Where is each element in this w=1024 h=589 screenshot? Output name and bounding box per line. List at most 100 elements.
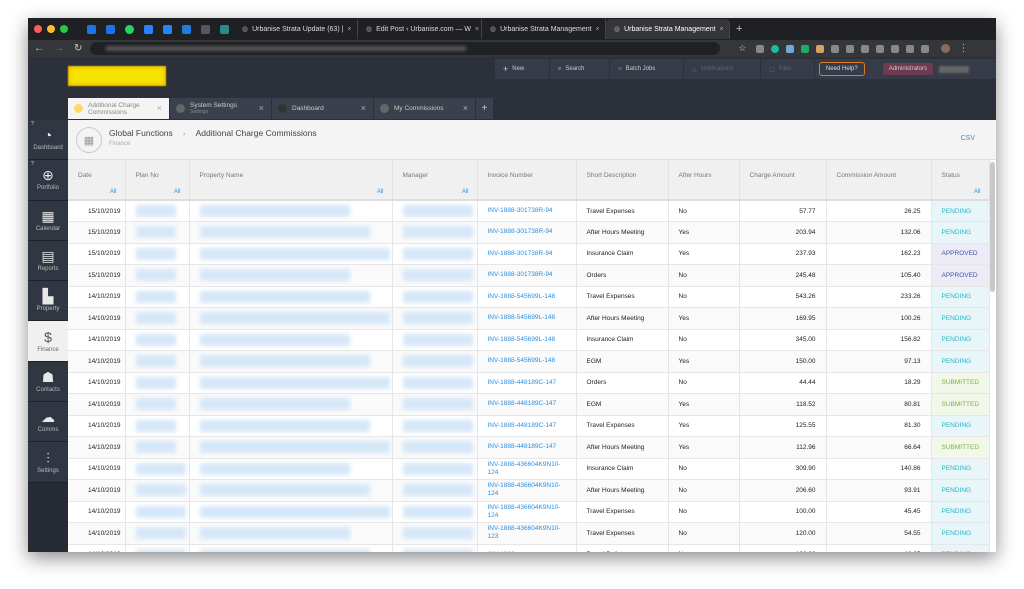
app-tab[interactable]: Additional Charge Commissions × (68, 98, 169, 119)
table-row[interactable]: 14/10/2019 INV-1888-448189C-147 EGM Yes 118.… (68, 393, 990, 416)
sidebar-item-calendar[interactable]: ▦ Calendar (28, 200, 68, 241)
invoice-link[interactable]: INV-1888-436604K9N10-124 (477, 479, 577, 502)
sidebar-item-contacts[interactable]: ☗ Contacts (28, 361, 68, 403)
pinned-tab-icon[interactable] (201, 24, 210, 34)
column-filter-all[interactable]: All (462, 189, 469, 195)
search-button[interactable]: ⌕ Search (550, 59, 610, 79)
invoice-link[interactable]: INV-1888-448189C-147 (477, 436, 577, 459)
browser-tab[interactable]: ◍ Urbanise Strata Management × (482, 19, 606, 39)
role-badge[interactable]: Administrators (882, 63, 934, 75)
column-filter-all[interactable]: All (377, 189, 384, 195)
sidebar-item-portfolio[interactable]: ? ⊕ Portfolio (28, 160, 68, 201)
invoice-link[interactable]: INV-1888-545699L-148 (477, 329, 577, 351)
column-header-property-name[interactable]: Property Name All (189, 160, 393, 201)
pinned-tab-icon[interactable] (163, 24, 172, 34)
invoice-link[interactable]: INV-1888-436604K9N10-124 (477, 501, 577, 523)
invoice-link[interactable]: INV-1888-545699L-148 (477, 350, 577, 373)
close-tab-icon[interactable]: × (720, 26, 724, 33)
close-tab-icon[interactable]: × (259, 103, 264, 113)
table-row[interactable]: 15/10/2019 INV-1888-301738R-94 Insurance C… (68, 243, 990, 265)
invoice-link[interactable]: INV-1888-301738R-94 (477, 200, 577, 222)
column-header-charge-amount[interactable]: Charge Amount (739, 160, 827, 201)
help-icon[interactable]: ? (31, 121, 34, 127)
table-row[interactable]: 14/10/2019 INV-1888-448189C-147 After Hour… (68, 436, 990, 459)
url-input[interactable] (90, 42, 721, 55)
invoice-link[interactable]: INV-1888-301738R-94 (477, 264, 577, 287)
browser-tab[interactable]: ◍ Urbanise Strata Management × (606, 19, 730, 39)
column-filter-all[interactable]: All (974, 189, 981, 195)
invoice-link[interactable]: INV-1888-545699L-148 (477, 307, 577, 330)
close-tab-icon[interactable]: × (157, 103, 162, 113)
table-row[interactable]: 14/10/2019 INV-1888-Postal BallotNo103.30… (68, 544, 990, 552)
table-row[interactable]: 14/10/2019 INV-1888-545699L-148 Insurance … (68, 329, 990, 351)
sidebar-item-finance[interactable]: $ Finance (28, 321, 68, 362)
sidebar-item-settings[interactable]: ⫶ Settings (28, 442, 68, 483)
invoice-link[interactable]: INV-1888-448189C-147 (477, 393, 577, 416)
help-icon[interactable]: ? (31, 161, 34, 167)
table-row[interactable]: 15/10/2019 INV-1888-301738R-94 Orders No 245… (68, 264, 990, 287)
pinned-tab-icon[interactable] (106, 24, 115, 34)
table-row[interactable]: 14/10/2019 INV-1888-545699L-148 After Hour… (68, 307, 990, 330)
new-tab-button[interactable]: + (736, 23, 742, 35)
sidebar-item-reports[interactable]: ▤ Reports (28, 240, 68, 282)
close-tab-icon[interactable]: × (463, 103, 468, 113)
browser-tab[interactable]: ◍ Edit Post ‹ Urbanise.com — W × (358, 19, 482, 39)
pinned-tab-icon[interactable] (144, 24, 153, 34)
invoice-link[interactable]: INV-1888-436604K9N10-123 (477, 522, 577, 545)
column-filter-all[interactable]: All (110, 189, 117, 195)
close-tab-icon[interactable]: × (475, 26, 479, 33)
window-controls[interactable] (34, 25, 68, 33)
column-header-commission-amount[interactable]: Commission Amount (826, 160, 932, 201)
company-logo[interactable] (68, 66, 166, 86)
table-row[interactable]: 14/10/2019 INV-1888-448189C-147 Travel Exp… (68, 415, 990, 437)
app-tab[interactable]: System Settings Settings × (170, 98, 271, 119)
batch-jobs-button[interactable]: ○ Batch Jobs (610, 59, 684, 79)
invoice-link[interactable]: INV-1888-301738R-94 (477, 221, 577, 244)
pinned-tab-icon[interactable] (220, 24, 229, 34)
bookmark-star-icon[interactable]: ☆ (738, 43, 746, 54)
invoice-link[interactable]: INV-1888-448189C-147 (477, 372, 577, 394)
app-tab[interactable]: My Commissions × (374, 98, 475, 119)
notifications-button[interactable]: △ Notifications (684, 59, 761, 79)
user-name[interactable] (939, 65, 970, 73)
close-tab-icon[interactable]: × (347, 26, 351, 33)
column-header-invoice-number[interactable]: Invoice Number (477, 160, 577, 201)
column-header-after-hours[interactable]: After Hours (668, 160, 740, 201)
table-row[interactable]: 14/10/2019 INV-1888-545699L-148 EGM Yes 150.… (68, 350, 990, 373)
column-header-manager[interactable]: Manager All (392, 160, 478, 201)
forward-icon[interactable]: → (54, 43, 64, 54)
browser-tab[interactable]: ◍ Urbanise Strata Update (63) | × (234, 19, 358, 39)
table-row[interactable]: 15/10/2019 INV-1888-301738R-94 Travel Expe… (68, 200, 990, 222)
invoice-link[interactable]: INV-1888- (477, 544, 577, 552)
column-header-short-description[interactable]: Short Description (576, 160, 669, 201)
table-row[interactable]: 15/10/2019 INV-1888-301738R-94 After Hours… (68, 221, 990, 244)
invoice-link[interactable]: INV-1888-545699L-148 (477, 286, 577, 308)
invoice-link[interactable]: INV-1888-301738R-94 (477, 243, 577, 265)
invoice-link[interactable]: INV-1888-436604K9N10-124 (477, 458, 577, 480)
sidebar-item-dashboard[interactable]: ? ◔ Dashboard (28, 120, 68, 161)
csv-export-button[interactable]: CSV (961, 135, 975, 142)
table-row[interactable]: 14/10/2019 INV-1888-436604K9N10-124 Travel… (68, 501, 990, 523)
table-row[interactable]: 14/10/2019 INV-1888-436604K9N10-124 After … (68, 479, 990, 502)
table-row[interactable]: 14/10/2019 INV-1888-448189C-147 Orders No 44… (68, 372, 990, 394)
invoice-link[interactable]: INV-1888-448189C-147 (477, 415, 577, 437)
column-filter-all[interactable]: All (174, 189, 181, 195)
table-row[interactable]: 14/10/2019 INV-1888-436604K9N10-124 Insura… (68, 458, 990, 480)
files-button[interactable]: ▢ Files (761, 59, 815, 79)
app-tab[interactable]: Dashboard × (272, 98, 373, 119)
scrollbar[interactable] (990, 162, 995, 292)
sidebar-item-property[interactable]: ▙ Property (28, 281, 68, 322)
table-row[interactable]: 14/10/2019 INV-1888-436604K9N10-123 Travel… (68, 522, 990, 545)
menu-icon[interactable]: ⋮ (958, 43, 968, 54)
new-button[interactable]: + New (495, 59, 550, 79)
breadcrumb-parent[interactable]: Global Functions (109, 128, 173, 138)
pinned-tab-icon[interactable] (125, 24, 134, 34)
column-header-plan-no[interactable]: Plan No All (125, 160, 190, 201)
pinned-tab-icon[interactable] (182, 24, 191, 34)
reload-icon[interactable]: ↻ (74, 43, 82, 54)
extensions[interactable] (756, 44, 930, 53)
close-tab-icon[interactable]: × (596, 26, 600, 33)
profile-avatar[interactable] (941, 44, 951, 53)
pinned-tab-icon[interactable] (87, 24, 96, 34)
column-header-date[interactable]: Date All (68, 160, 126, 201)
